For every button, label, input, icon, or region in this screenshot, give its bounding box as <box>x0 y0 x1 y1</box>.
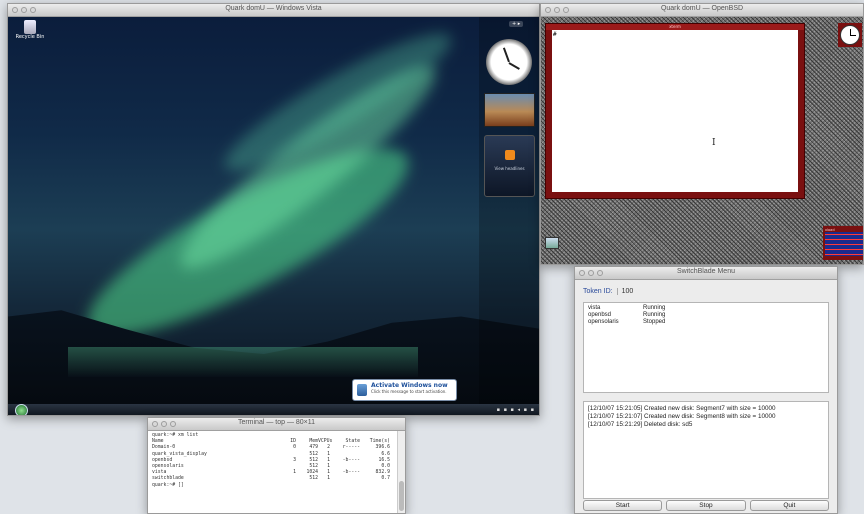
x11-root-window[interactable]: xterm # I xload <box>541 17 863 264</box>
terminal-window[interactable]: Terminal — top — 80×11 quark:~# xm list N… <box>147 417 406 514</box>
log-line: [12/10/07 15:21:29] Deleted disk: sd5 <box>588 421 693 428</box>
start-button[interactable]: Start <box>583 500 663 511</box>
openbsd-window-titlebar[interactable]: Quark domU — OpenBSD <box>541 4 863 17</box>
event-log[interactable]: [12/10/07 15:21:05] Created new disk: Se… <box>583 401 829 499</box>
list-item[interactable]: vista Running <box>588 305 824 312</box>
lake-reflection <box>68 347 418 377</box>
log-line: [12/10/07 15:21:05] Created new disk: Se… <box>588 405 776 412</box>
terminal-icon[interactable] <box>545 237 559 249</box>
vista-window-titlebar[interactable]: Quark domU — Windows Vista <box>8 4 539 17</box>
activation-balloon[interactable]: Activate Windows now Click this message … <box>352 379 457 401</box>
terminal-line: quark:~# [] <box>152 483 393 489</box>
vista-taskbar: ▪ ▪ ▪ ◂ ▪ ▪ <box>8 404 539 415</box>
slideshow-gadget[interactable] <box>484 93 535 127</box>
feed-gadget-label: View headlines <box>494 166 525 171</box>
terminal-cell <box>360 483 390 489</box>
activation-subtitle: Click this message to start activation. <box>371 389 447 394</box>
openbsd-window[interactable]: Quark domU — OpenBSD xterm # I xload <box>540 3 864 265</box>
terminal-cell <box>296 483 318 489</box>
domain-state: Running <box>643 305 666 311</box>
stop-button[interactable]: Stop <box>666 500 746 511</box>
vista-sidebar: + ▸ View headlines <box>479 17 539 404</box>
list-item[interactable]: opensolaris Stopped <box>588 319 824 326</box>
clock-icon <box>840 25 860 45</box>
log-line: [12/10/07 15:21:07] Created new disk: Se… <box>588 413 776 420</box>
openbsd-window-title: Quark domU — OpenBSD <box>660 5 744 12</box>
quit-button[interactable]: Quit <box>749 500 829 511</box>
action-buttons: Start Stop Quit <box>583 500 829 511</box>
recycle-bin-icon <box>24 20 36 34</box>
domain-name: openbsd <box>588 312 612 318</box>
switchblade-window[interactable]: SwitchBlade Menu Token ID: 100 vista Run… <box>574 266 838 514</box>
feed-headlines-gadget[interactable]: View headlines <box>484 135 535 197</box>
rss-icon <box>504 150 515 160</box>
switchblade-content: Token ID: 100 vista Running openbsd Runn… <box>575 280 837 513</box>
list-item[interactable]: openbsd Running <box>588 312 824 319</box>
recycle-bin-shortcut[interactable]: Recycle Bin <box>15 20 45 40</box>
vista-desktop[interactable]: Recycle Bin + ▸ View headlines Activate … <box>8 17 539 404</box>
start-button[interactable] <box>15 404 28 415</box>
scrollbar-thumb[interactable] <box>399 481 404 511</box>
domain-status-list[interactable]: vista Running openbsd Running opensolari… <box>583 302 829 393</box>
activation-title: Activate Windows now <box>371 382 448 389</box>
xload-widget[interactable]: xload <box>823 226 863 260</box>
clock-hour-hand <box>508 62 520 70</box>
xterm-prompt: # <box>553 31 557 38</box>
terminal-cell: quark:~# [] <box>152 482 184 488</box>
recycle-bin-label: Recycle Bin <box>15 34 45 40</box>
domain-name: opensolaris <box>588 319 619 325</box>
add-gadget-button[interactable]: + ▸ <box>509 21 524 27</box>
token-row: Token ID: 100 <box>583 284 829 298</box>
terminal-window-titlebar[interactable]: Terminal — top — 80×11 <box>148 418 405 431</box>
terminal-scrollbar[interactable] <box>397 431 405 513</box>
clock-minute-hand <box>502 47 510 63</box>
domain-state: Running <box>643 312 666 318</box>
xclock-widget[interactable] <box>838 23 862 47</box>
terminal-output[interactable]: quark:~# xm list Name ID Mem VCPUs State Time(… <box>148 431 397 513</box>
domain-name: vista <box>588 305 601 311</box>
terminal-cell <box>318 483 330 489</box>
system-tray-icons[interactable]: ▪ ▪ ▪ ◂ ▪ ▪ <box>497 407 535 413</box>
token-field[interactable]: 100 <box>616 287 727 295</box>
mountain-silhouette <box>8 310 539 404</box>
terminal-cell <box>282 483 296 489</box>
clock-gadget[interactable] <box>486 39 532 85</box>
xterm-window[interactable]: xterm # I <box>545 23 805 199</box>
domain-state: Stopped <box>643 319 666 325</box>
switchblade-window-title: SwitchBlade Menu <box>677 268 735 275</box>
token-label: Token ID: <box>583 287 613 295</box>
text-cursor: I <box>712 138 716 148</box>
terminal-window-title: Terminal — top — 80×11 <box>237 419 316 426</box>
security-shield-icon <box>357 384 367 396</box>
load-graph <box>825 232 863 256</box>
terminal-cell <box>330 483 360 489</box>
xterm-terminal[interactable]: # I <box>552 30 798 192</box>
vista-window-title: Quark domU — Windows Vista <box>225 5 322 12</box>
switchblade-window-titlebar[interactable]: SwitchBlade Menu <box>575 267 837 280</box>
vista-window[interactable]: Quark domU — Windows Vista Recycle Bin +… <box>7 3 540 416</box>
